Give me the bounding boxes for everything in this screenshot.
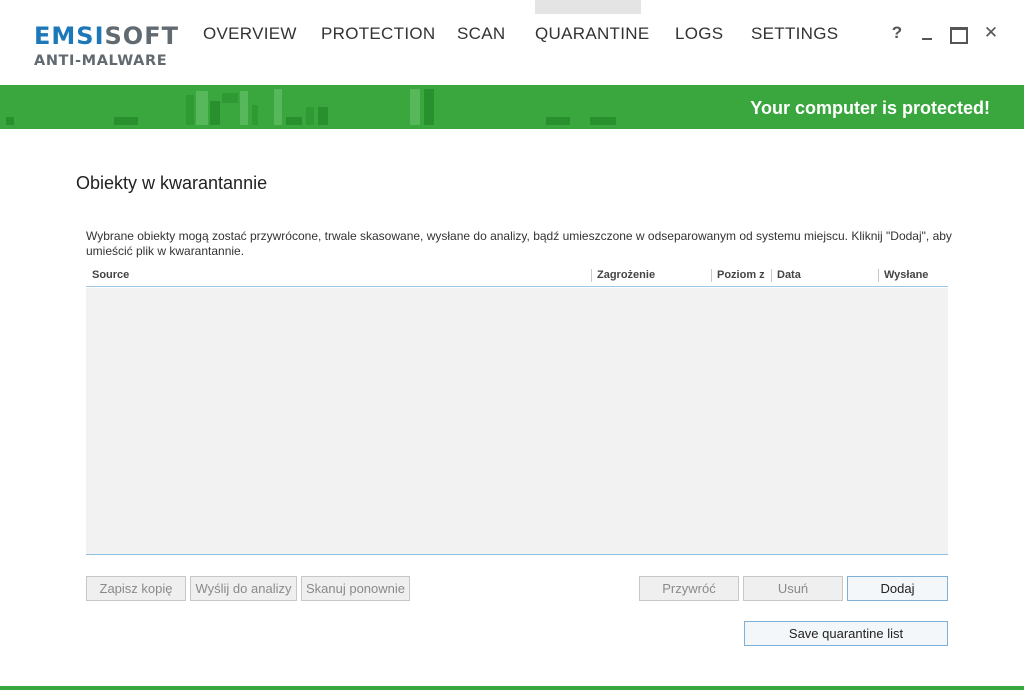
page-title: Obiekty w kwarantannie — [76, 173, 268, 193]
page-description: Wybrane obiekty mogą zostać przywrócone,… — [86, 229, 952, 258]
save-copy-button[interactable]: Zapisz kopię — [86, 576, 186, 601]
logo-part2: SOFT — [104, 22, 179, 50]
nav-quarantine[interactable]: QUARANTINE — [535, 24, 649, 44]
delete-button[interactable]: Usuń — [743, 576, 843, 601]
footer-bar — [0, 686, 1024, 690]
nav-logs[interactable]: LOGS — [675, 24, 723, 44]
add-button[interactable]: Dodaj — [847, 576, 948, 601]
status-banner: Your computer is protected! — [0, 85, 1024, 129]
save-quarantine-list-button[interactable]: Save quarantine list — [744, 621, 948, 646]
column-sent[interactable]: Wysłane — [884, 269, 944, 281]
nav-scan[interactable]: SCAN — [457, 24, 505, 44]
logo-part1: EMSI — [34, 22, 105, 50]
nav-settings[interactable]: SETTINGS — [751, 24, 838, 44]
help-icon[interactable]: ? — [887, 22, 907, 44]
column-date[interactable]: Data — [777, 269, 873, 281]
column-threat[interactable]: Zagrożenie — [597, 269, 707, 281]
logo-subtitle: ANTI-MALWARE — [34, 53, 168, 69]
quarantine-table-body[interactable] — [86, 288, 948, 555]
rescan-button[interactable]: Skanuj ponownie — [301, 576, 410, 601]
close-icon[interactable]: ✕ — [981, 22, 1001, 44]
nav-overview[interactable]: OVERVIEW — [203, 24, 297, 44]
nav-protection[interactable]: PROTECTION — [321, 24, 435, 44]
app-header: EMSISOFT ANTI-MALWARE OVERVIEW PROTECTIO… — [0, 0, 1024, 85]
column-source[interactable]: Source — [92, 269, 572, 281]
minimize-icon[interactable] — [917, 22, 937, 44]
restore-button[interactable]: Przywróć — [639, 576, 739, 601]
protection-status-text: Your computer is protected! — [750, 98, 990, 118]
emsisoft-logo: EMSISOFT ANTI-MALWARE — [34, 22, 179, 70]
column-level[interactable]: Poziom z — [717, 269, 765, 281]
nav-active-indicator — [535, 0, 641, 14]
send-to-analysis-button[interactable]: Wyślij do analizy — [190, 576, 297, 601]
quarantine-table-header: Source Zagrożenie Poziom z Data Wysłane — [86, 265, 948, 287]
maximize-icon[interactable] — [947, 22, 968, 44]
